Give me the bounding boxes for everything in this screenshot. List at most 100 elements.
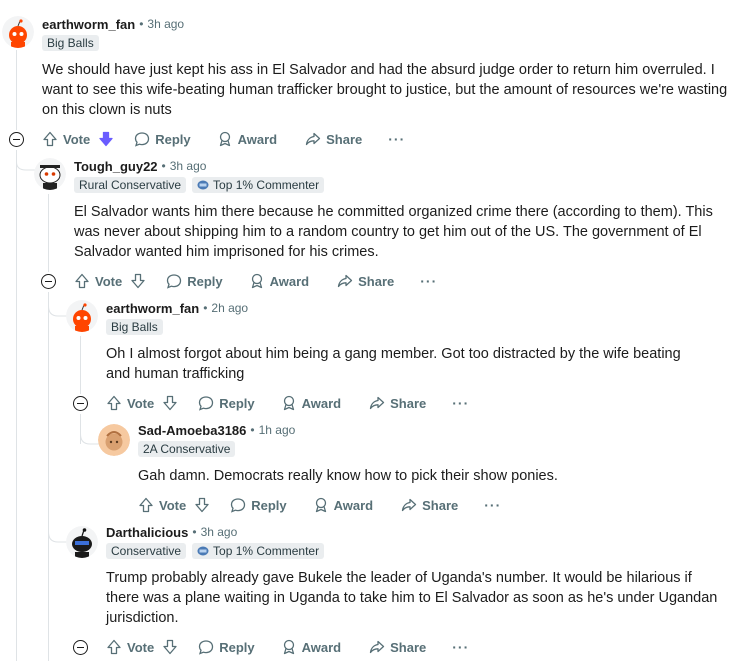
more-icon[interactable]: ··· bbox=[452, 639, 469, 655]
reddit-snoo-avatar bbox=[34, 158, 66, 190]
reply-button[interactable]: Reply bbox=[230, 497, 287, 513]
downvote-button[interactable] bbox=[98, 131, 114, 147]
award-button[interactable]: Award bbox=[281, 395, 341, 411]
reply-label: Reply bbox=[187, 273, 223, 289]
thread-line bbox=[16, 150, 17, 661]
downvote-button[interactable] bbox=[162, 639, 178, 655]
reddit-snoo-avatar bbox=[66, 300, 98, 332]
award-icon bbox=[283, 639, 294, 655]
reply-label: Reply bbox=[219, 639, 255, 655]
share-label: Share bbox=[326, 131, 363, 147]
user-flair: Rural Conservative bbox=[74, 177, 187, 193]
comment-time[interactable]: 3h ago bbox=[201, 525, 238, 539]
award-label: Award bbox=[237, 131, 278, 147]
award-icon bbox=[283, 395, 294, 411]
comment-username[interactable]: Sad-Amoeba3186 bbox=[138, 423, 246, 438]
share-button[interactable]: Share bbox=[369, 639, 426, 655]
thread-branch bbox=[80, 414, 100, 445]
comment-time[interactable]: 3h ago bbox=[170, 159, 207, 173]
award-label: Award bbox=[269, 273, 310, 289]
collapse-icon[interactable] bbox=[73, 640, 88, 655]
more-icon[interactable]: ··· bbox=[420, 273, 437, 289]
comment-body: Oh I almost forgot about him being a gan… bbox=[106, 346, 681, 382]
reply-label: Reply bbox=[219, 395, 255, 411]
share-label: Share bbox=[390, 395, 427, 411]
comment-username[interactable]: Tough_guy22 bbox=[74, 159, 158, 174]
avatar[interactable] bbox=[66, 300, 98, 332]
reply-icon bbox=[135, 132, 150, 147]
top-commenter-badge[interactable]: Top 1% Commenter bbox=[192, 543, 325, 559]
avatar[interactable] bbox=[66, 526, 98, 558]
reply-icon bbox=[199, 396, 214, 411]
award-label: Award bbox=[301, 639, 342, 655]
upvote-button[interactable]: Vote bbox=[74, 273, 122, 289]
comment-body: Trump probably already gave Bukele the l… bbox=[106, 570, 718, 626]
thread-line bbox=[48, 292, 49, 661]
reply-button[interactable]: Reply bbox=[134, 131, 191, 147]
share-button[interactable]: Share bbox=[369, 395, 426, 411]
vote-label: Vote bbox=[127, 639, 155, 655]
award-button[interactable]: Award bbox=[217, 131, 278, 147]
collapse-icon[interactable] bbox=[41, 274, 56, 289]
share-button[interactable]: Share bbox=[305, 131, 362, 147]
award-icon bbox=[315, 497, 326, 513]
share-icon bbox=[401, 498, 417, 512]
vote-label: Vote bbox=[127, 395, 155, 411]
collapse-icon[interactable] bbox=[73, 396, 88, 411]
more-icon[interactable]: ··· bbox=[388, 131, 405, 147]
collapse-icon[interactable] bbox=[9, 132, 24, 147]
reply-label: Reply bbox=[251, 497, 287, 513]
avatar[interactable] bbox=[2, 16, 34, 48]
comment-time[interactable]: 3h ago bbox=[147, 17, 184, 31]
user-flair: Big Balls bbox=[42, 35, 99, 51]
upvote-button[interactable]: Vote bbox=[106, 395, 154, 411]
upvote-button[interactable]: Vote bbox=[42, 131, 90, 147]
top-commenter-badge-icon bbox=[197, 180, 209, 190]
downvote-icon bbox=[195, 497, 209, 513]
reddit-snoo-avatar bbox=[66, 526, 98, 558]
share-label: Share bbox=[422, 497, 459, 513]
more-icon[interactable]: ··· bbox=[452, 395, 469, 411]
reddit-snoo-avatar bbox=[98, 424, 130, 456]
share-label: Share bbox=[358, 273, 395, 289]
downvote-icon bbox=[163, 639, 177, 655]
reply-button[interactable]: Reply bbox=[198, 395, 255, 411]
meta-separator: • bbox=[192, 525, 197, 539]
upvote-button[interactable]: Vote bbox=[138, 497, 186, 513]
award-button[interactable]: Award bbox=[313, 497, 373, 513]
comment-time[interactable]: 1h ago bbox=[259, 423, 296, 437]
comment-time[interactable]: 2h ago bbox=[211, 301, 248, 315]
reply-button[interactable]: Reply bbox=[198, 639, 255, 655]
meta-separator: • bbox=[250, 423, 255, 437]
downvote-button[interactable] bbox=[162, 395, 178, 411]
meta-separator: • bbox=[203, 301, 208, 315]
reply-icon bbox=[231, 498, 246, 513]
share-button[interactable]: Share bbox=[401, 497, 458, 513]
avatar[interactable] bbox=[98, 424, 130, 456]
upvote-icon bbox=[107, 395, 121, 411]
upvote-icon bbox=[139, 497, 153, 513]
top-commenter-badge[interactable]: Top 1% Commenter bbox=[192, 177, 325, 193]
thread-branch bbox=[48, 292, 68, 317]
thread-line bbox=[16, 50, 17, 130]
share-icon bbox=[369, 640, 385, 654]
award-button[interactable]: Award bbox=[281, 639, 342, 655]
comment-username[interactable]: earthworm_fan bbox=[106, 301, 199, 316]
share-button[interactable]: Share bbox=[337, 273, 394, 289]
upvote-button[interactable]: Vote bbox=[106, 639, 154, 655]
comment-username[interactable]: earthworm_fan bbox=[42, 17, 135, 32]
comment-body: We should have just kept his ass in El S… bbox=[42, 62, 728, 118]
reply-icon bbox=[167, 274, 182, 289]
downvote-icon bbox=[131, 273, 145, 289]
upvote-icon bbox=[107, 639, 121, 655]
downvote-button[interactable] bbox=[130, 273, 146, 289]
award-button[interactable]: Award bbox=[249, 273, 310, 289]
share-icon bbox=[337, 274, 353, 288]
reply-button[interactable]: Reply bbox=[166, 273, 223, 289]
downvote-icon bbox=[99, 131, 113, 147]
more-icon[interactable]: ··· bbox=[484, 497, 501, 513]
comment-username[interactable]: Darthalicious bbox=[106, 525, 188, 540]
downvote-button[interactable] bbox=[194, 497, 210, 513]
avatar[interactable] bbox=[34, 158, 66, 190]
meta-separator: • bbox=[139, 17, 144, 31]
